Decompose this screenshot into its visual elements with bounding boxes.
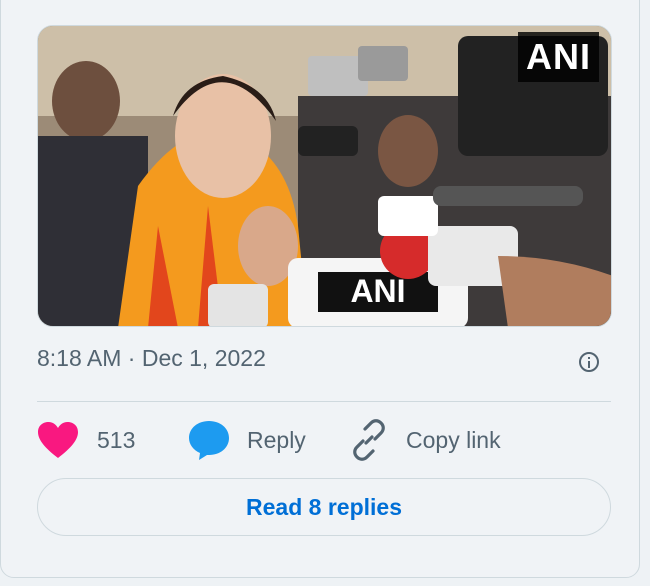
tweet-date: Dec 1, 2022 <box>141 345 266 371</box>
like-count: 513 <box>97 426 136 453</box>
divider <box>37 401 611 402</box>
reply-bubble-icon <box>189 421 229 460</box>
read-replies-button[interactable]: Read 8 replies <box>37 478 611 536</box>
link-icon <box>353 419 385 461</box>
copy-link-label: Copy link <box>406 426 501 453</box>
mic-ani-label: ANI <box>350 273 405 309</box>
tweet-timestamp[interactable]: 8:18 AM · Dec 1, 2022 <box>37 345 266 372</box>
heart-icon <box>38 422 78 458</box>
tweet-time: 8:18 AM <box>37 345 122 371</box>
reply-label: Reply <box>247 426 306 453</box>
info-icon[interactable] <box>579 352 599 372</box>
like-button[interactable]: 513 <box>37 417 135 463</box>
reply-button[interactable]: Reply <box>187 417 306 463</box>
tweet-card: ANI ANI 8:18 AM · Dec 1, 2022 513 Reply <box>0 0 640 578</box>
ani-watermark: ANI <box>518 32 599 82</box>
tweet-media-image[interactable]: ANI ANI <box>37 25 612 327</box>
copy-link-button[interactable]: Copy link <box>348 417 501 463</box>
timestamp-separator: · <box>127 345 136 371</box>
